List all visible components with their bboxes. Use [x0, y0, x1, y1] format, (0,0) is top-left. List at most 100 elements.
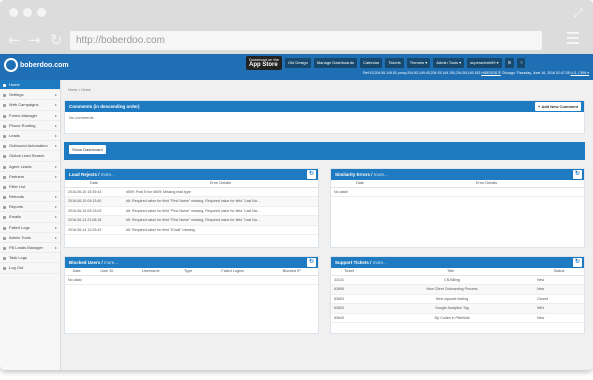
- sidebar-item[interactable]: Failed Logs ▸: [0, 223, 60, 233]
- forward-arrow-icon[interactable]: →: [28, 32, 41, 48]
- server-datetime: Chicago: Thursday, June 16, 2016 02:47:2…: [501, 71, 570, 75]
- ticket-title[interactable]: Zip Codes in Filterlists: [367, 313, 534, 323]
- sidebar-item[interactable]: FB Leads Manager ▸: [0, 243, 60, 254]
- column-header[interactable]: User ID: [88, 268, 126, 276]
- sidebar-item[interactable]: Admin Tools ▸: [0, 233, 60, 243]
- sidebar-item[interactable]: Task Logs: [0, 253, 60, 264]
- sidebar-item[interactable]: Log Out: [0, 263, 60, 274]
- calendar-button[interactable]: Calendar: [359, 58, 383, 68]
- brand-logo[interactable]: boberdoo.com: [4, 58, 69, 72]
- support-tickets-more-link[interactable]: more...: [373, 260, 387, 265]
- sidebar-item-label: Web Campaigns: [9, 102, 39, 108]
- table-row[interactable]: 2016-06-15 09:13:03 #6: Required value fo…: [65, 206, 318, 216]
- table-row[interactable]: 63653 New zipcode testing Closed: [331, 294, 584, 304]
- window-minimize-dot[interactable]: [23, 8, 32, 17]
- column-header[interactable]: Type: [176, 268, 201, 276]
- table-row[interactable]: 63695 New Client Onboarding Process New: [331, 284, 584, 295]
- load-rejects-more-link[interactable]: more...: [101, 172, 115, 177]
- column-header[interactable]: Date: [65, 268, 89, 276]
- address-bar[interactable]: http://boberdoo.com: [70, 31, 542, 50]
- sidebar-item[interactable]: Phone Routing ▸: [0, 121, 60, 131]
- show-dashboard-button[interactable]: Show Dashboard: [69, 145, 106, 154]
- sidebar-item[interactable]: Partners ▸: [0, 172, 60, 182]
- ticket-id[interactable]: 63653: [331, 303, 367, 314]
- column-header[interactable]: Error Details: [123, 180, 318, 188]
- sidebar-item[interactable]: Filter List: [0, 182, 60, 193]
- browser-titlebar: ⤢: [0, 0, 593, 28]
- add-comment-button[interactable]: + Add New Comment: [535, 102, 581, 111]
- sidebar-item[interactable]: Refunds ▸: [0, 192, 60, 203]
- ticket-title[interactable]: CN Billing: [367, 275, 534, 285]
- ticket-id[interactable]: 33141: [331, 275, 367, 285]
- sidebar-item[interactable]: Emails ▸: [0, 212, 60, 223]
- ticket-title[interactable]: New Client Onboarding Process: [367, 284, 534, 295]
- support-tickets-refresh-icon[interactable]: ↻: [573, 258, 582, 267]
- server-info-link[interactable]: HIDEDOS ®: [481, 71, 501, 75]
- menu-item-icon: [3, 257, 6, 261]
- column-header[interactable]: Date: [331, 180, 389, 188]
- support-tickets-table: Ticket Title Status 33141 CN Billing New 63…: [331, 268, 584, 323]
- ticket-id[interactable]: 63653: [331, 294, 367, 304]
- app-header: boberdoo.com Download on the App Store O…: [0, 54, 593, 80]
- table-row[interactable]: 2016-06-15 15:39:43 #509: Post Error #509…: [65, 187, 318, 197]
- sidebar-item-label: Failed Logs: [9, 224, 30, 230]
- table-row[interactable]: 2016-06-15 09:13:40 #6: Required value fo…: [65, 196, 318, 207]
- sidebar-item[interactable]: Agent Leads ▸: [0, 162, 60, 172]
- back-arrow-icon[interactable]: ←: [8, 32, 21, 48]
- table-row[interactable]: 2016-06-14 21:08:18 #6: Required value fo…: [65, 215, 318, 226]
- app-store-title: App Store: [249, 62, 278, 68]
- sidebar-item[interactable]: Settings ▸: [0, 90, 60, 101]
- blocked-users-more-link[interactable]: more...: [104, 260, 118, 265]
- table-row[interactable]: 2016-06-14 12:03:43 #6: Required value fo…: [65, 225, 318, 235]
- column-header[interactable]: Error Details: [389, 180, 584, 188]
- column-header[interactable]: Blocked IP: [265, 268, 318, 276]
- fullscreen-icon[interactable]: ⤢: [573, 6, 583, 21]
- browser-menu-icon[interactable]: [567, 32, 579, 47]
- sidebar-item[interactable]: Global Lead Search: [0, 151, 60, 162]
- tickets-button[interactable]: Tickets: [385, 58, 404, 68]
- column-header[interactable]: Status: [534, 268, 584, 276]
- blocked-users-title: Blocked Users /: [69, 260, 103, 265]
- blocked-users-refresh-icon[interactable]: ↻: [307, 258, 316, 267]
- similarity-errors-panel: Similarity Errors / more... ↻ Date Error…: [330, 168, 585, 248]
- column-header[interactable]: Title: [367, 268, 534, 276]
- comments-empty-text: No comments: [69, 115, 94, 120]
- window-maximize-dot[interactable]: [37, 8, 46, 17]
- sidebar-item[interactable]: Forms Manager ▸: [0, 111, 60, 121]
- ticket-title[interactable]: Google Analytics Tag: [367, 303, 534, 314]
- sidebar-item[interactable]: Reports ▸: [0, 202, 60, 213]
- window-close-dot[interactable]: [9, 8, 18, 17]
- sidebar-item[interactable]: Outbound Automation ▸: [0, 141, 60, 152]
- table-row[interactable]: 63643 Zip Codes in Filterlists New: [331, 313, 584, 323]
- settings-gear-icon[interactable]: ⚙: [504, 58, 515, 68]
- help-icon[interactable]: ?: [517, 58, 526, 68]
- currency-selector[interactable]: U.S. CRM ▾: [571, 71, 589, 75]
- similarity-errors-refresh-icon[interactable]: ↻: [573, 170, 582, 179]
- reload-icon[interactable]: ↻: [50, 32, 63, 48]
- table-row[interactable]: 63653 Google Analytics Tag WIN: [331, 303, 584, 314]
- chevron-right-icon: ▸: [54, 92, 57, 98]
- ticket-id[interactable]: 63695: [331, 284, 367, 295]
- admin-tools-dropdown[interactable]: Admin Tools ▾: [433, 58, 465, 68]
- table-row[interactable]: 33141 CN Billing New: [331, 275, 584, 285]
- chevron-right-icon: ▸: [54, 245, 57, 250]
- sidebar-item[interactable]: Leads ▸: [0, 131, 60, 142]
- ticket-title[interactable]: New zipcode testing: [367, 294, 534, 304]
- app-store-badge[interactable]: Download on the App Store: [246, 56, 283, 70]
- themes-dropdown[interactable]: Themes ▾: [406, 58, 431, 68]
- sidebar-item[interactable]: Web Campaigns ▸: [0, 100, 60, 111]
- sidebar-item-label: Refunds: [9, 194, 24, 200]
- load-rejects-refresh-icon[interactable]: ↻: [307, 170, 316, 179]
- similarity-errors-more-link[interactable]: more...: [374, 172, 388, 177]
- column-header[interactable]: Username: [125, 268, 177, 276]
- comments-title: Comments (in descending order): [69, 104, 140, 109]
- old-design-button[interactable]: Old Design: [285, 58, 311, 68]
- column-header[interactable]: Date: [65, 180, 123, 188]
- column-header[interactable]: Failed Logins: [200, 268, 266, 276]
- similarity-errors-title: Similarity Errors /: [335, 172, 373, 177]
- manage-dashboards-button[interactable]: Manage Dashboards: [313, 58, 357, 68]
- sidebar-item[interactable]: Home: [0, 80, 60, 91]
- column-header[interactable]: Ticket: [331, 268, 367, 276]
- user-menu-dropdown[interactable]: superadmin99 ▾: [467, 58, 502, 68]
- ticket-id[interactable]: 63643: [331, 313, 367, 323]
